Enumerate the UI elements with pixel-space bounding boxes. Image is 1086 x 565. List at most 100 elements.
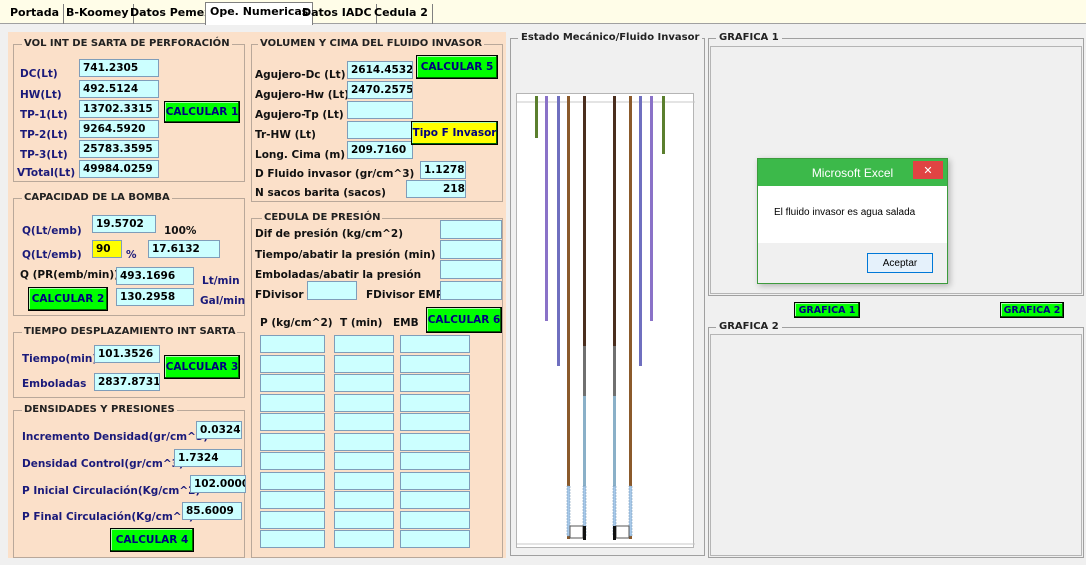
agujero-dc-field[interactable]: 2614.4532 <box>347 61 413 79</box>
agujero-tp-label: Agujero-Tp (Lt) <box>255 109 344 121</box>
agujero-hw-field[interactable]: 2470.2575 <box>347 81 413 99</box>
grafica-2-title: GRAFICA 2 <box>716 321 782 333</box>
tipo-f-invasor-button[interactable]: Tipo F Invasor <box>411 121 498 145</box>
fdivisor-p-field[interactable] <box>307 281 357 300</box>
calcular-3-button[interactable]: CALCULAR 3 <box>164 355 240 379</box>
calcular-1-button[interactable]: CALCULAR 1 <box>164 101 240 123</box>
calcular-6-button[interactable]: CALCULAR 6 <box>426 307 502 333</box>
q-pr-label: Q (PR(emb/min)) <box>20 269 119 281</box>
cedula-cell[interactable] <box>400 530 470 548</box>
tab-cedula-2[interactable]: Cedula 2 <box>370 4 433 24</box>
cedula-cell[interactable] <box>334 471 394 490</box>
cedula-cell[interactable] <box>260 393 325 412</box>
cedula-cell[interactable] <box>400 354 470 373</box>
well-diagram <box>516 93 695 548</box>
grafica-1-button[interactable]: GRAFICA 1 <box>794 302 860 318</box>
cedula-cell[interactable] <box>400 432 470 451</box>
fdivisor-p-label: FDivisor P <box>255 289 315 301</box>
gal-min-field[interactable]: 130.2958 <box>116 288 194 306</box>
cedula-cell[interactable] <box>260 432 325 451</box>
vol-int-title: VOL INT DE SARTA DE PERFORACIÓN <box>22 38 232 50</box>
cedula-cell[interactable] <box>260 491 325 509</box>
cedula-cell[interactable] <box>260 413 325 431</box>
d-fluido-label: D Fluido invasor (gr/cm^3) <box>255 168 415 180</box>
q2-field[interactable]: 17.6132 <box>148 240 220 258</box>
fdivisor-emp-field[interactable] <box>440 281 502 300</box>
tiempo-abatir-label: Tiempo/abatir la presión (min) <box>255 249 436 261</box>
dialog-footer: Aceptar <box>758 243 947 283</box>
tiempo-title: TIEMPO DESPLAZAMIENTO INT SARTA <box>22 326 238 338</box>
q2-percent-field[interactable]: 90 <box>92 240 122 258</box>
cedula-cell[interactable] <box>334 491 394 509</box>
tab-b-koomey[interactable]: B-Koomey <box>62 4 134 24</box>
cedula-cell[interactable] <box>400 374 470 392</box>
emboladas-field[interactable]: 2837.8731 <box>94 373 160 391</box>
hw-field[interactable]: 492.5124 <box>79 80 159 98</box>
fdivisor-emp-label: FDivisor EMP <box>366 289 444 301</box>
cedula-cell[interactable] <box>260 374 325 392</box>
calcular-5-button[interactable]: CALCULAR 5 <box>416 55 498 79</box>
cedula-cell[interactable] <box>334 413 394 431</box>
dc-field[interactable]: 741.2305 <box>79 59 159 77</box>
n-sacos-field[interactable]: 218.78 <box>406 180 466 198</box>
agujero-tp-field[interactable] <box>347 101 413 119</box>
emboladas-abatir-field[interactable] <box>440 260 502 279</box>
vtotal-field[interactable]: 49984.0259 <box>79 160 159 178</box>
tp1-field[interactable]: 13702.3315 <box>79 100 159 118</box>
cedula-cell[interactable] <box>334 335 394 353</box>
tiempo-field[interactable]: 101.3526 <box>94 345 160 363</box>
calcular-4-button[interactable]: CALCULAR 4 <box>110 528 194 552</box>
cedula-cell[interactable] <box>334 432 394 451</box>
dc-label: DC(Lt) <box>20 68 58 80</box>
tab-datos-pemex[interactable]: Datos Pemex <box>126 4 217 24</box>
p-final-field[interactable]: 85.6009 <box>182 502 242 520</box>
cedula-cell[interactable] <box>260 335 325 353</box>
tp2-label: TP-2(Lt) <box>20 129 68 141</box>
aceptar-button[interactable]: Aceptar <box>867 253 933 273</box>
incremento-field[interactable]: 0.0324 <box>196 421 242 439</box>
cedula-cell[interactable] <box>400 393 470 412</box>
cedula-cell[interactable] <box>260 471 325 490</box>
grafica-2-button[interactable]: GRAFICA 2 <box>1000 302 1064 318</box>
well-schematic-svg <box>517 96 695 545</box>
tiempo-abatir-field[interactable] <box>440 240 502 259</box>
cedula-cell[interactable] <box>400 491 470 509</box>
long-cima-label: Long. Cima (m) <box>255 149 346 161</box>
grafica-1-title: GRAFICA 1 <box>716 32 782 44</box>
cedula-cell[interactable] <box>334 354 394 373</box>
cedula-cell[interactable] <box>334 374 394 392</box>
q1-field[interactable]: 19.5702 <box>92 215 156 233</box>
tp1-label: TP-1(Lt) <box>20 109 68 121</box>
tab-datos-iadc[interactable]: Datos IADC <box>298 4 377 24</box>
cedula-cell[interactable] <box>334 530 394 548</box>
cedula-cell[interactable] <box>400 413 470 431</box>
calcular-2-button[interactable]: CALCULAR 2 <box>28 287 108 311</box>
tab-portada[interactable]: Portada <box>6 4 65 24</box>
q-pr-field[interactable]: 493.1696 <box>116 267 194 285</box>
cedula-cell[interactable] <box>260 510 325 529</box>
col-emb-header: EMB <box>393 317 419 329</box>
estado-title: Estado Mecánico/Fluido Invasor <box>518 32 703 44</box>
cedula-cell[interactable] <box>260 452 325 470</box>
dif-presion-field[interactable] <box>440 220 502 239</box>
long-cima-field[interactable]: 209.7160 <box>347 141 413 159</box>
cedula-cell[interactable] <box>400 452 470 470</box>
cedula-cell[interactable] <box>334 510 394 529</box>
incremento-label: Incremento Densidad(gr/cm^3) <box>22 431 209 443</box>
tp3-field[interactable]: 25783.3595 <box>79 140 159 158</box>
cedula-cell[interactable] <box>400 335 470 353</box>
q1-label: Q(Lt/emb) <box>22 225 82 237</box>
control-field[interactable]: 1.7324 <box>174 449 242 467</box>
cedula-cell[interactable] <box>400 471 470 490</box>
tr-hw-field[interactable] <box>347 121 413 139</box>
tp2-field[interactable]: 9264.5920 <box>79 120 159 138</box>
cedula-cell[interactable] <box>400 510 470 529</box>
d-fluido-field[interactable]: 1.1278 <box>420 161 466 179</box>
p-inicial-field[interactable]: 102.0000 <box>190 475 246 493</box>
col-p-header: P (kg/cm^2) <box>260 317 333 329</box>
cedula-cell[interactable] <box>260 530 325 548</box>
close-icon[interactable]: ✕ <box>913 161 943 179</box>
cedula-cell[interactable] <box>260 354 325 373</box>
cedula-cell[interactable] <box>334 452 394 470</box>
cedula-cell[interactable] <box>334 393 394 412</box>
